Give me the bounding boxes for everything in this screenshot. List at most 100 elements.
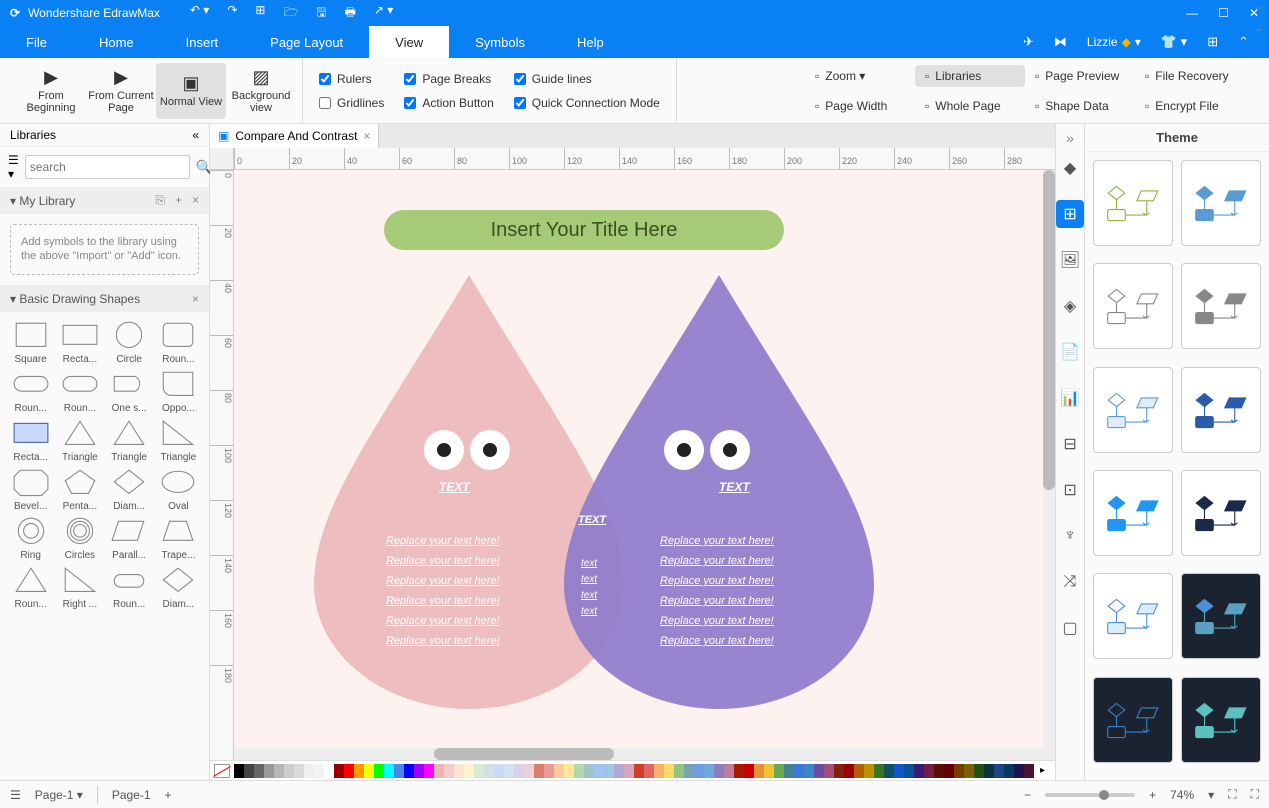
document-tab[interactable]: ▣ Compare And Contrast ×: [210, 124, 379, 148]
color-swatch[interactable]: [514, 764, 524, 778]
color-swatch[interactable]: [614, 764, 624, 778]
zoom-button[interactable]: ▫ Zoom ▾: [805, 65, 915, 87]
color-swatch[interactable]: [724, 764, 734, 778]
close-tab-icon[interactable]: ×: [363, 129, 370, 143]
normal-view-button[interactable]: ▣Normal View: [156, 63, 226, 119]
color-swatch[interactable]: [264, 764, 274, 778]
theme-thumb[interactable]: [1181, 573, 1261, 659]
shape-circle[interactable]: Circle: [107, 320, 152, 365]
more-colors-icon[interactable]: ▸: [1034, 765, 1051, 776]
color-swatch[interactable]: [484, 764, 494, 778]
color-swatch[interactable]: [274, 764, 284, 778]
color-swatch[interactable]: [434, 764, 444, 778]
shape-parall[interactable]: Parall...: [107, 516, 152, 561]
shape-oval[interactable]: Oval: [156, 467, 201, 512]
color-swatch[interactable]: [324, 764, 334, 778]
libraries-button[interactable]: ▫ Libraries: [915, 65, 1025, 87]
color-swatch[interactable]: [354, 764, 364, 778]
rulers-checkbox[interactable]: Rulers: [319, 72, 384, 86]
user-button[interactable]: Lizzie ◆ ▾: [1087, 35, 1141, 49]
color-swatch[interactable]: [314, 764, 324, 778]
color-swatch[interactable]: [874, 764, 884, 778]
new-icon[interactable]: ⊞: [255, 3, 265, 24]
page-width-button[interactable]: ▫ Page Width: [805, 95, 915, 117]
color-swatch[interactable]: [404, 764, 414, 778]
color-swatch[interactable]: [444, 764, 454, 778]
close-section-icon[interactable]: ×: [192, 193, 199, 208]
right-drop-label[interactable]: TEXT: [719, 480, 750, 494]
menu-help[interactable]: Help: [551, 26, 630, 58]
fill-icon[interactable]: ◆: [1056, 154, 1084, 182]
right-text-lines[interactable]: Replace your text here!Replace your text…: [660, 535, 774, 647]
color-swatch[interactable]: [994, 764, 1004, 778]
add-page-icon[interactable]: +: [165, 788, 172, 802]
file-recovery-button[interactable]: ▫ File Recovery: [1135, 65, 1245, 87]
color-swatch[interactable]: [984, 764, 994, 778]
open-icon[interactable]: 🗁: [283, 3, 298, 24]
chart-icon[interactable]: 📊: [1056, 384, 1084, 412]
shape-roun[interactable]: Roun...: [107, 565, 152, 610]
title-shape[interactable]: Insert Your Title Here: [384, 210, 784, 250]
color-swatch[interactable]: [974, 764, 984, 778]
shape-roun[interactable]: Roun...: [156, 320, 201, 365]
send-icon[interactable]: ✈: [1023, 34, 1034, 50]
color-swatch[interactable]: [564, 764, 574, 778]
color-swatch[interactable]: [424, 764, 434, 778]
horizontal-scrollbar[interactable]: [234, 748, 1043, 760]
color-swatch[interactable]: [554, 764, 564, 778]
tree-icon[interactable]: ♆: [1056, 522, 1084, 550]
color-swatch[interactable]: [894, 764, 904, 778]
color-swatch[interactable]: [304, 764, 314, 778]
zoom-out-icon[interactable]: −: [1024, 788, 1031, 802]
color-swatch[interactable]: [934, 764, 944, 778]
menu-page-layout[interactable]: Page Layout: [244, 26, 369, 58]
color-swatch[interactable]: [824, 764, 834, 778]
color-swatch[interactable]: [334, 764, 344, 778]
color-swatch[interactable]: [414, 764, 424, 778]
color-swatch[interactable]: [344, 764, 354, 778]
color-swatch[interactable]: [574, 764, 584, 778]
shape-circles[interactable]: Circles: [57, 516, 102, 561]
theme-thumb[interactable]: [1181, 470, 1261, 556]
menu-symbols[interactable]: Symbols: [449, 26, 551, 58]
shape-diam[interactable]: Diam...: [156, 565, 201, 610]
color-swatch[interactable]: [804, 764, 814, 778]
color-swatch[interactable]: [364, 764, 374, 778]
theme-thumb[interactable]: [1093, 367, 1173, 453]
color-swatch[interactable]: [584, 764, 594, 778]
page-preview-button[interactable]: ▫ Page Preview: [1025, 65, 1135, 87]
expand-right-icon[interactable]: »: [1066, 130, 1074, 146]
shape-roun[interactable]: Roun...: [8, 565, 53, 610]
color-swatch[interactable]: [474, 764, 484, 778]
encrypt-file-button[interactable]: ▫ Encrypt File: [1135, 95, 1245, 117]
theme-thumb[interactable]: [1181, 367, 1261, 453]
color-swatch[interactable]: [834, 764, 844, 778]
shape-ring[interactable]: Ring: [8, 516, 53, 561]
library-menu-icon[interactable]: ☰ ▾: [8, 153, 19, 181]
my-library-header[interactable]: ▾ My Library ⎘+×: [0, 187, 209, 214]
import-icon[interactable]: ⎘: [155, 193, 165, 208]
theme-thumb[interactable]: [1181, 677, 1261, 763]
theme-thumb[interactable]: [1093, 263, 1173, 349]
whole-page-button[interactable]: ▫ Whole Page: [915, 95, 1025, 117]
shape-square[interactable]: Square: [8, 320, 53, 365]
shape-penta[interactable]: Penta...: [57, 467, 102, 512]
theme-thumb[interactable]: [1093, 573, 1173, 659]
share-icon[interactable]: ⧓: [1054, 34, 1067, 50]
shape-triangle[interactable]: Triangle: [107, 418, 152, 463]
color-swatch[interactable]: [1024, 764, 1034, 778]
color-swatch[interactable]: [714, 764, 724, 778]
zoom-dropdown-icon[interactable]: ▾: [1208, 788, 1214, 802]
apps-icon[interactable]: ⊞: [1207, 34, 1218, 50]
menu-insert[interactable]: Insert: [160, 26, 245, 58]
zoom-slider[interactable]: [1045, 793, 1135, 797]
color-swatch[interactable]: [814, 764, 824, 778]
no-color-swatch[interactable]: [214, 764, 230, 778]
color-swatch[interactable]: [904, 764, 914, 778]
menu-file[interactable]: File: [0, 26, 73, 58]
table-icon[interactable]: ⊟: [1056, 430, 1084, 458]
action-button-checkbox[interactable]: Action Button: [404, 96, 493, 110]
left-drop-label[interactable]: TEXT: [439, 480, 470, 494]
fit-page-icon[interactable]: ⛶: [1228, 787, 1236, 802]
save-icon[interactable]: 🖫: [316, 3, 326, 24]
